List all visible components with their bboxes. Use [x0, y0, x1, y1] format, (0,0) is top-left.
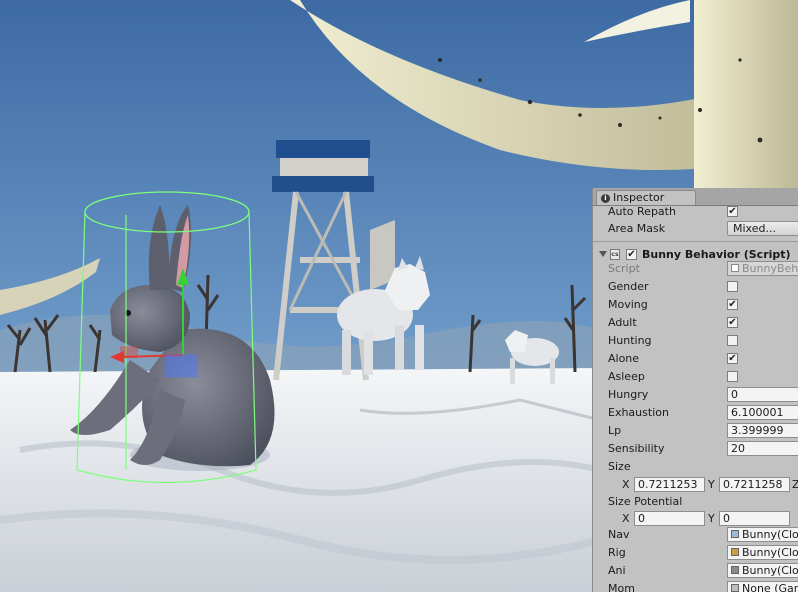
size-label: Size: [608, 460, 631, 473]
lp-label: Lp: [608, 424, 622, 437]
asleep-label: Asleep: [608, 370, 645, 383]
rig-object-value: Bunny(Clo: [742, 546, 798, 559]
size-potential-y-label: Y: [708, 512, 715, 525]
ani-object-field[interactable]: Bunny(Clo: [727, 563, 798, 578]
area-mask-dropdown[interactable]: Mixed...: [727, 221, 798, 236]
script-value: BunnyBeh: [742, 262, 798, 275]
moving-checkbox[interactable]: ✔: [727, 299, 738, 310]
gender-checkbox[interactable]: [727, 281, 738, 292]
size-y-field[interactable]: 0.7211258: [719, 477, 790, 492]
area-mask-label: Area Mask: [608, 222, 666, 235]
hungry-row: Hungry 0: [593, 386, 798, 404]
nav-label: Nav: [608, 528, 630, 541]
size-x-field[interactable]: 0.7211253: [634, 477, 705, 492]
script-row: Script BunnyBeh: [593, 260, 798, 278]
hungry-field[interactable]: 0: [727, 387, 798, 402]
hungry-label: Hungry: [608, 388, 649, 401]
auto-repath-row: Auto Repath ✔: [593, 203, 798, 221]
sensibility-label: Sensibility: [608, 442, 665, 455]
component-divider: [593, 241, 798, 242]
rig-object-field[interactable]: Bunny(Clo: [727, 545, 798, 560]
nav-object-field[interactable]: Bunny(Clo: [727, 527, 798, 542]
mom-object-icon: [731, 584, 739, 592]
lp-row: Lp 3.399999: [593, 422, 798, 440]
foldout-arrow-icon[interactable]: [599, 251, 607, 257]
exhaustion-row: Exhaustion 6.100001: [593, 404, 798, 422]
gender-label: Gender: [608, 280, 649, 293]
gender-row: Gender: [593, 278, 798, 296]
script-label: Script: [608, 262, 640, 275]
exhaustion-field[interactable]: 6.100001: [727, 405, 798, 420]
ani-label: Ani: [608, 564, 626, 577]
mom-object-value: None (Gam: [742, 582, 798, 592]
size-label-row: Size: [593, 458, 798, 476]
sensibility-row: Sensibility 20: [593, 440, 798, 458]
mom-row: Mom None (Gam: [593, 580, 798, 592]
size-potential-label: Size Potential: [608, 495, 683, 508]
rig-object-icon: [731, 548, 739, 556]
auto-repath-checkbox[interactable]: ✔: [727, 206, 738, 217]
nav-object-value: Bunny(Clo: [742, 528, 798, 541]
ani-row: Ani Bunny(Clo: [593, 562, 798, 580]
alone-checkbox[interactable]: ✔: [727, 353, 738, 364]
nav-row: Nav Bunny(Clo: [593, 526, 798, 544]
lp-field[interactable]: 3.399999: [727, 423, 798, 438]
hunting-checkbox[interactable]: [727, 335, 738, 346]
size-z-label: Z: [792, 477, 798, 493]
hunting-label: Hunting: [608, 334, 652, 347]
adult-row: Adult ✔: [593, 314, 798, 332]
size-potential-x-field[interactable]: 0: [634, 511, 705, 526]
auto-repath-label: Auto Repath: [608, 205, 676, 218]
rig-row: Rig Bunny(Clo: [593, 544, 798, 562]
exhaustion-label: Exhaustion: [608, 406, 669, 419]
moving-label: Moving: [608, 298, 648, 311]
nav-object-icon: [731, 530, 739, 538]
asleep-row: Asleep: [593, 368, 798, 386]
mom-label: Mom: [608, 582, 635, 592]
alone-label: Alone: [608, 352, 640, 365]
size-x-label: X: [622, 478, 630, 491]
info-icon: i: [601, 194, 610, 203]
size-vector-row: X 0.7211253 Y 0.7211258 Z: [593, 476, 798, 494]
adult-label: Adult: [608, 316, 637, 329]
script-file-icon: [731, 264, 739, 272]
asleep-checkbox[interactable]: [727, 371, 738, 382]
sensibility-field[interactable]: 20: [727, 441, 798, 456]
hunting-row: Hunting: [593, 332, 798, 350]
size-potential-y-field[interactable]: 0: [719, 511, 790, 526]
size-y-label: Y: [708, 478, 715, 491]
area-mask-row: Area Mask Mixed...: [593, 220, 798, 238]
ani-object-icon: [731, 566, 739, 574]
size-potential-label-row: Size Potential: [593, 493, 798, 511]
adult-checkbox[interactable]: ✔: [727, 317, 738, 328]
size-potential-x-label: X: [622, 512, 630, 525]
rig-label: Rig: [608, 546, 626, 559]
script-icon: cs: [610, 249, 620, 260]
moving-row: Moving ✔: [593, 296, 798, 314]
script-field[interactable]: BunnyBeh: [727, 261, 798, 276]
inspector-panel[interactable]: i Inspector Auto Repath ✔ Area Mask Mixed…: [592, 188, 798, 592]
ani-object-value: Bunny(Clo: [742, 564, 798, 577]
alone-row: Alone ✔: [593, 350, 798, 368]
mom-object-field[interactable]: None (Gam: [727, 581, 798, 592]
component-enabled-checkbox[interactable]: ✔: [626, 249, 637, 260]
